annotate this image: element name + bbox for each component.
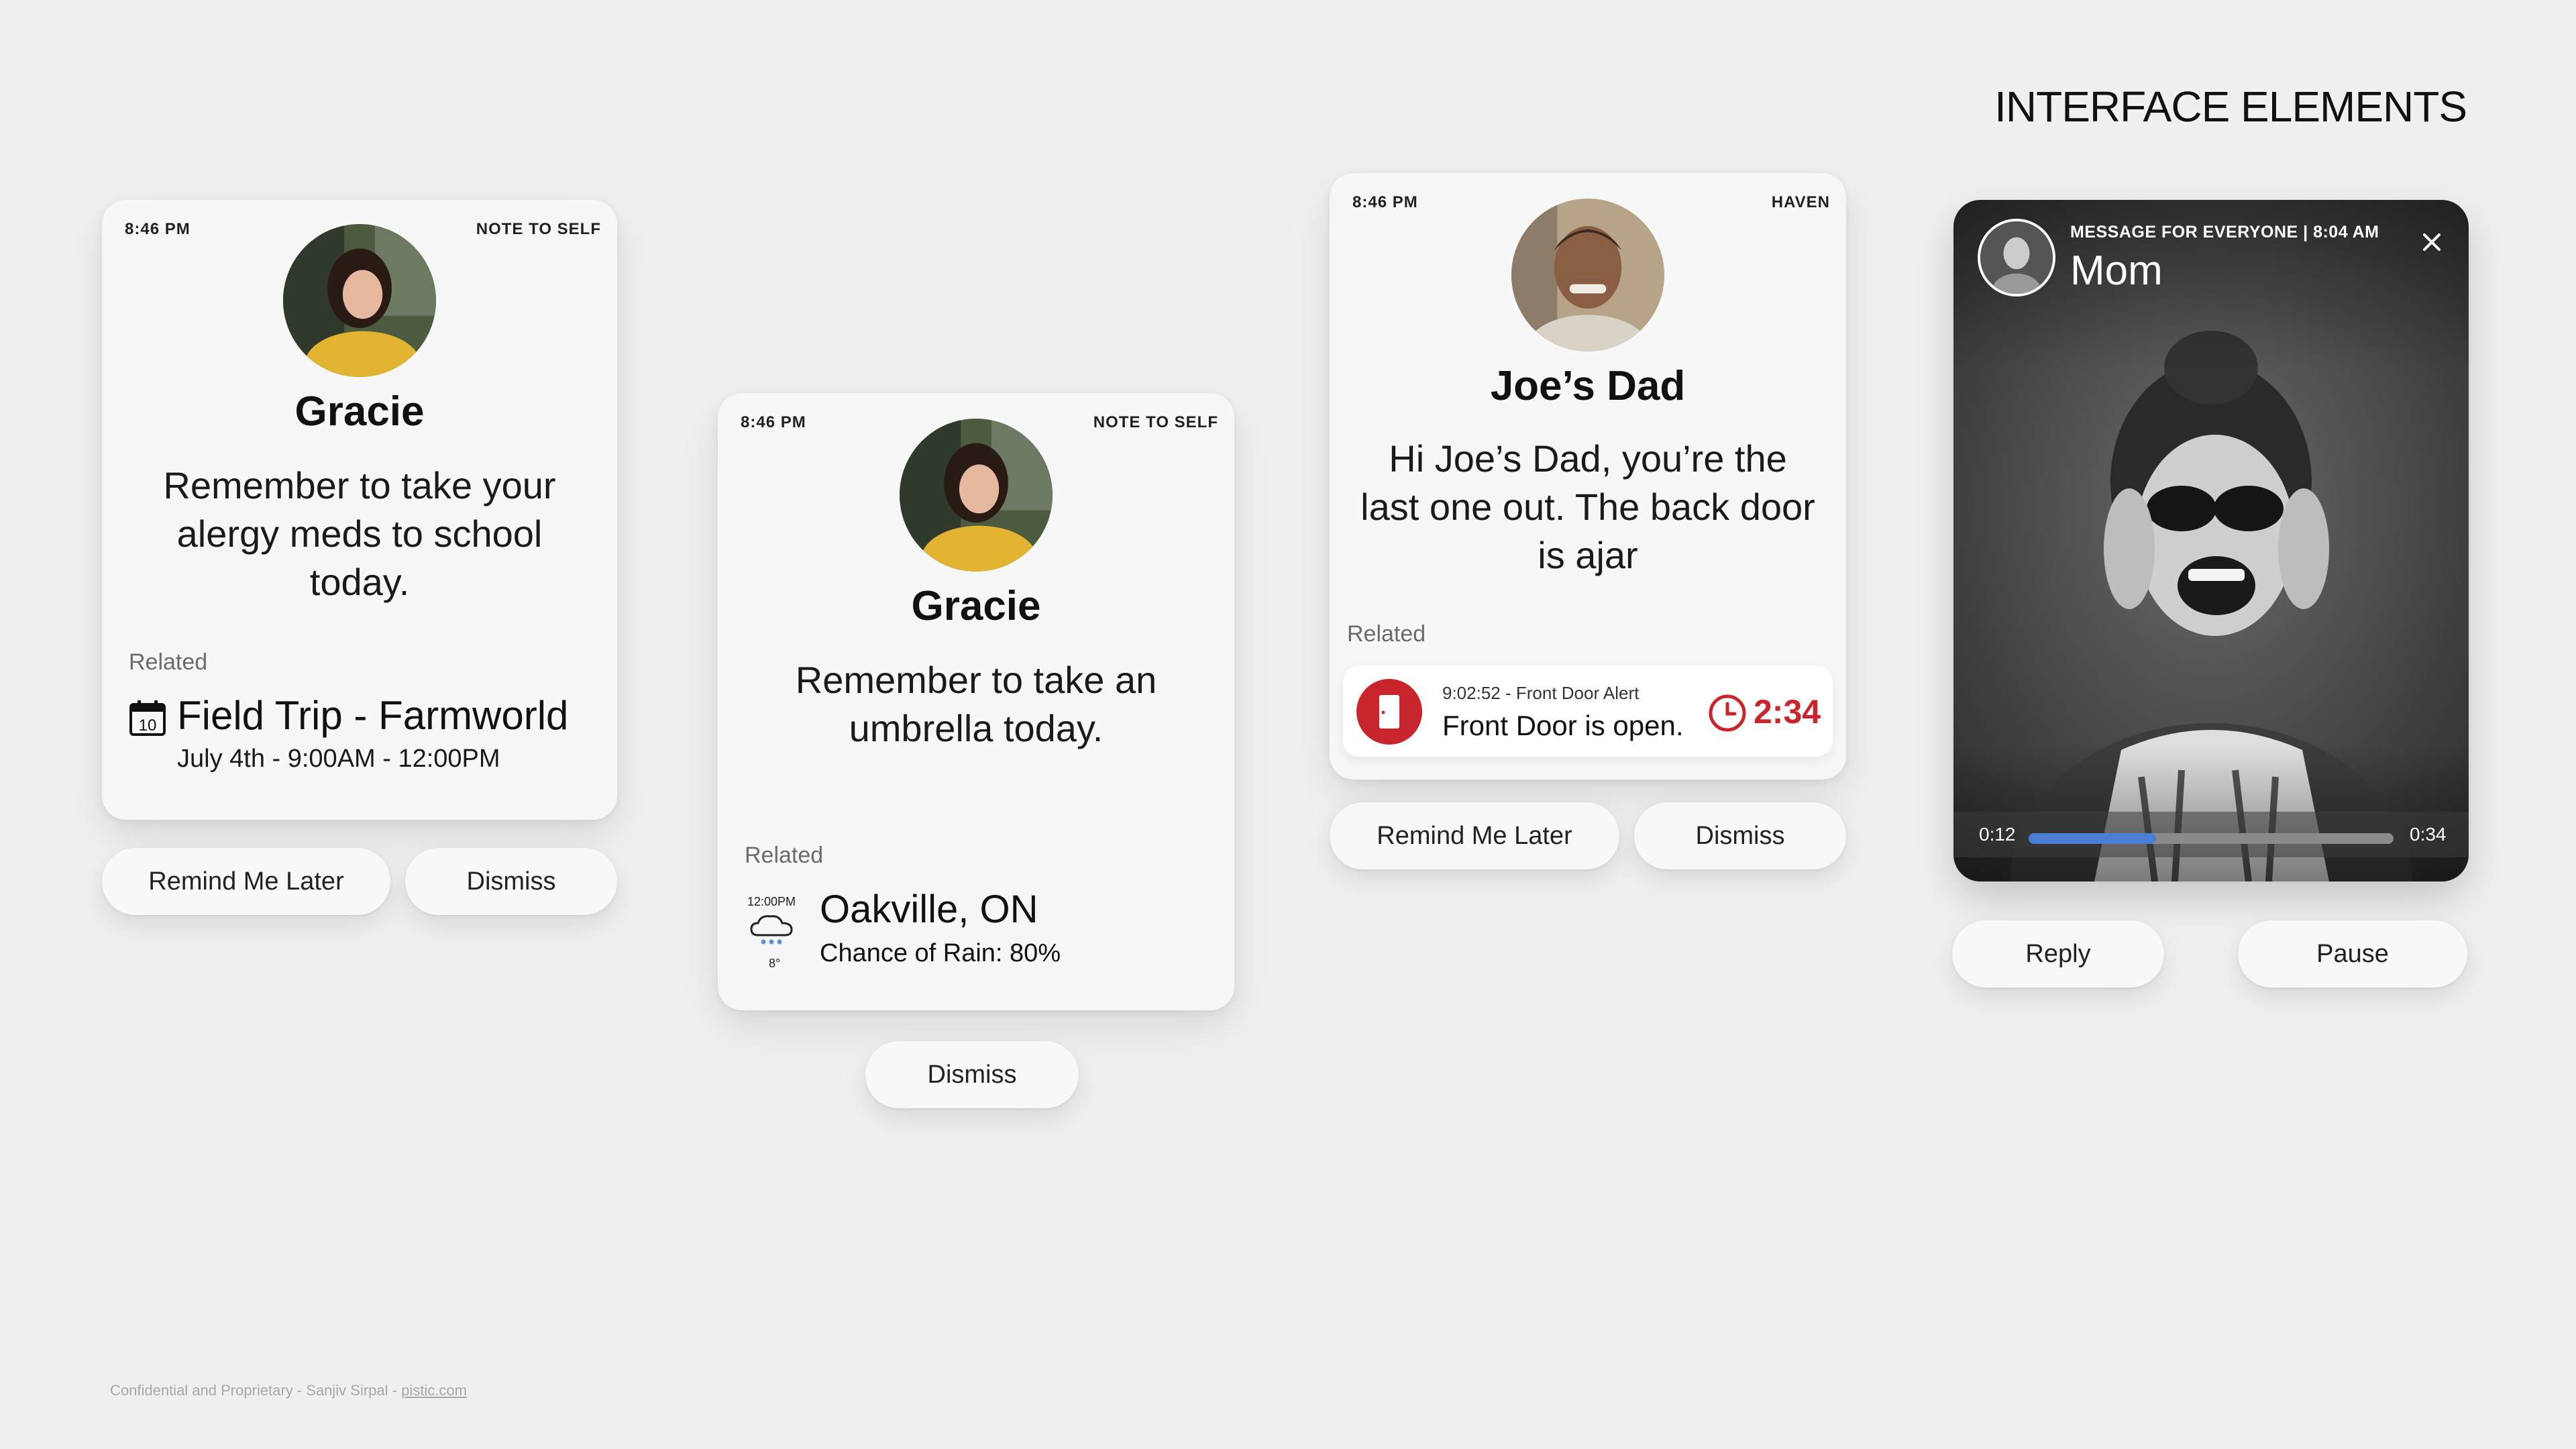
status-time: 8:46 PM (741, 413, 806, 431)
note-message: Remember to take an umbrella today. (745, 656, 1208, 753)
calendar-icon: 10 (129, 699, 166, 737)
related-label: Related (745, 843, 824, 868)
avatar-gracie (900, 419, 1053, 572)
sender-name: Mom (2070, 248, 2163, 294)
avatar-gracie (283, 224, 436, 377)
message-line: today. (309, 561, 410, 603)
message-line: Remember to take an (795, 659, 1157, 701)
rain-cloud-icon (747, 911, 797, 959)
footer: Confidential and Proprietary - Sanjiv Si… (110, 1382, 467, 1399)
calendar-day: 10 (139, 716, 157, 735)
reply-button[interactable]: Reply (1952, 920, 2164, 987)
current-time: 0:12 (1979, 824, 2016, 845)
alert-title: Front Door is open. (1442, 710, 1684, 741)
status-time: 8:46 PM (1352, 193, 1418, 211)
note-message: Remember to take your alergy meds to sch… (129, 462, 590, 606)
avatar-joes-dad (1511, 199, 1664, 352)
message-line: alergy meds to school (176, 513, 543, 555)
total-time: 0:34 (2410, 824, 2447, 845)
alert-countdown: 2:34 (1754, 693, 1821, 731)
contact-name: Joe’s Dad (1490, 363, 1686, 409)
clock-icon (1708, 694, 1747, 733)
alert-subtitle: 9:02:52 - Front Door Alert (1442, 683, 1640, 703)
message-line: Hi Joe’s Dad, you’re the (1389, 437, 1787, 480)
message-line: is ajar (1538, 534, 1638, 576)
progress-fill (2029, 833, 2157, 844)
dismiss-button[interactable]: Dismiss (865, 1041, 1079, 1108)
page-title: INTERFACE ELEMENTS (1994, 83, 2467, 131)
dismiss-button[interactable]: Dismiss (405, 848, 617, 915)
weather-time: 12:00PM (747, 895, 796, 908)
footer-text: Confidential and Proprietary - Sanjiv Si… (110, 1382, 402, 1399)
event-time: July 4th - 9:00AM - 12:00PM (177, 745, 500, 773)
message-line: umbrella today. (849, 707, 1104, 749)
note-card-gracie-umbrella: 8:46 PM NOTE TO SELF Gracie Remember to … (718, 393, 1234, 1010)
pause-button[interactable]: Pause (2238, 920, 2467, 987)
video-frame (1953, 200, 2469, 881)
dismiss-button[interactable]: Dismiss (1634, 802, 1846, 869)
progress-track[interactable] (2029, 833, 2394, 844)
weather-description: Chance of Rain: 80% (820, 939, 1061, 967)
remind-me-later-button[interactable]: Remind Me Later (102, 848, 390, 915)
haven-card-joes-dad: 8:46 PM HAVEN Joe’s Dad Hi Joe’s Dad, yo… (1330, 173, 1846, 780)
haven-message: Hi Joe’s Dad, you’re the last one out. T… (1356, 435, 1819, 580)
contact-name: Gracie (294, 388, 425, 435)
weather-temp: 8° (769, 957, 781, 970)
contact-name: Gracie (911, 583, 1041, 629)
video-message-card[interactable]: MESSAGE FOR EVERYONE | 8:04 AM Mom 0:12 … (1953, 200, 2469, 881)
message-line: Remember to take your (163, 464, 556, 506)
related-label: Related (1347, 621, 1426, 647)
close-icon[interactable] (2419, 229, 2445, 255)
card-label: NOTE TO SELF (476, 220, 601, 238)
sender-avatar (1978, 219, 2055, 297)
event-title[interactable]: Field Trip - Farmworld (177, 692, 568, 739)
note-card-gracie-meds: 8:46 PM NOTE TO SELF Gracie Remember to … (102, 200, 617, 820)
related-label: Related (129, 649, 208, 675)
card-label: NOTE TO SELF (1093, 413, 1218, 431)
status-time: 8:46 PM (125, 220, 191, 238)
front-door-alert[interactable]: 9:02:52 - Front Door Alert Front Door is… (1343, 665, 1833, 757)
message-header: MESSAGE FOR EVERYONE | 8:04 AM (2070, 223, 2379, 241)
door-icon (1356, 679, 1422, 745)
remind-me-later-button[interactable]: Remind Me Later (1330, 802, 1619, 869)
message-line: last one out. The back door (1360, 486, 1815, 528)
card-label: HAVEN (1771, 193, 1830, 211)
weather-city[interactable]: Oakville, ON (820, 887, 1038, 932)
footer-link[interactable]: pistic.com (401, 1382, 467, 1399)
